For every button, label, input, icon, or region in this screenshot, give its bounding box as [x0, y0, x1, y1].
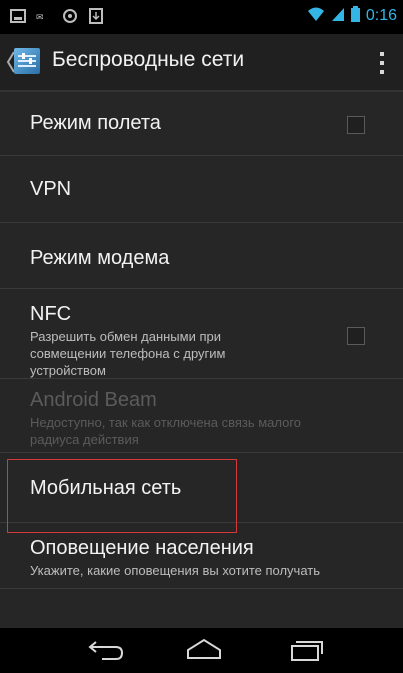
android-beam-text: Android Beam Недоступно, так как отключе…	[30, 389, 301, 448]
status-bar-left: ✉	[10, 8, 104, 24]
status-bar: ✉ 0:16	[0, 0, 403, 34]
status-time: 0:16	[365, 7, 397, 24]
subtitle-line: радиуса действия	[30, 432, 139, 447]
list-item-title: NFC	[30, 303, 72, 325]
wifi-icon	[307, 6, 325, 26]
list-item-subtitle: Разрешить обмен данными при совмещении т…	[30, 328, 226, 379]
subtitle-line: Недоступно, так как отключена связь мало…	[30, 415, 302, 430]
list-item-title: Оповещение населения	[30, 537, 254, 559]
screenshot-icon	[10, 8, 26, 24]
download-icon	[88, 8, 104, 24]
list-item-vpn[interactable]: VPN	[0, 156, 403, 223]
list-item-title: Режим полета	[30, 112, 161, 134]
airplane-mode-checkbox[interactable]	[347, 116, 365, 134]
nfc-text: NFC Разрешить обмен данными при совмещен…	[30, 303, 226, 379]
subtitle-line: Разрешить обмен данными при	[30, 329, 221, 344]
nfc-checkbox[interactable]	[347, 327, 365, 345]
email-icon: ✉	[36, 8, 52, 24]
list-item-android-beam: Android Beam Недоступно, так как отключе…	[0, 379, 403, 453]
cell-broadcast-text: Оповещение населения Укажите, какие опов…	[30, 537, 320, 579]
subtitle-line: устройством	[30, 363, 106, 378]
back-icon[interactable]	[86, 636, 126, 664]
list-item-title: Android Beam	[30, 389, 157, 411]
status-bar-right: 0:16	[307, 6, 397, 26]
signal-icon	[331, 6, 345, 26]
list-item-title: Режим модема	[30, 247, 170, 269]
overflow-menu-icon[interactable]	[379, 52, 385, 74]
recent-apps-icon[interactable]	[286, 636, 326, 664]
action-bar: Беспроводные сети	[0, 34, 403, 92]
page-title: Беспроводные сети	[52, 48, 245, 71]
list-item-tethering[interactable]: Режим модема	[0, 223, 403, 289]
list-item-airplane-mode[interactable]: Режим полета	[0, 92, 403, 156]
svg-text:✉: ✉	[36, 13, 44, 23]
battery-icon	[350, 6, 360, 26]
list-item-nfc[interactable]: NFC Разрешить обмен данными при совмещен…	[0, 289, 403, 379]
subtitle-line: совмещении телефона с другим	[30, 346, 226, 361]
list-item-subtitle: Недоступно, так как отключена связь мало…	[30, 414, 301, 448]
phone-screen: ✉ 0:16 Беспроводные сети Режим полета VP…	[0, 0, 403, 673]
navigation-bar	[0, 628, 403, 673]
list-item-subtitle: Укажите, какие оповещения вы хотите полу…	[30, 563, 320, 578]
settings-app-icon[interactable]	[14, 48, 40, 74]
settings-icon	[62, 8, 78, 24]
highlight-frame	[7, 459, 237, 533]
list-item-title: VPN	[30, 178, 72, 200]
home-icon[interactable]	[184, 636, 224, 664]
